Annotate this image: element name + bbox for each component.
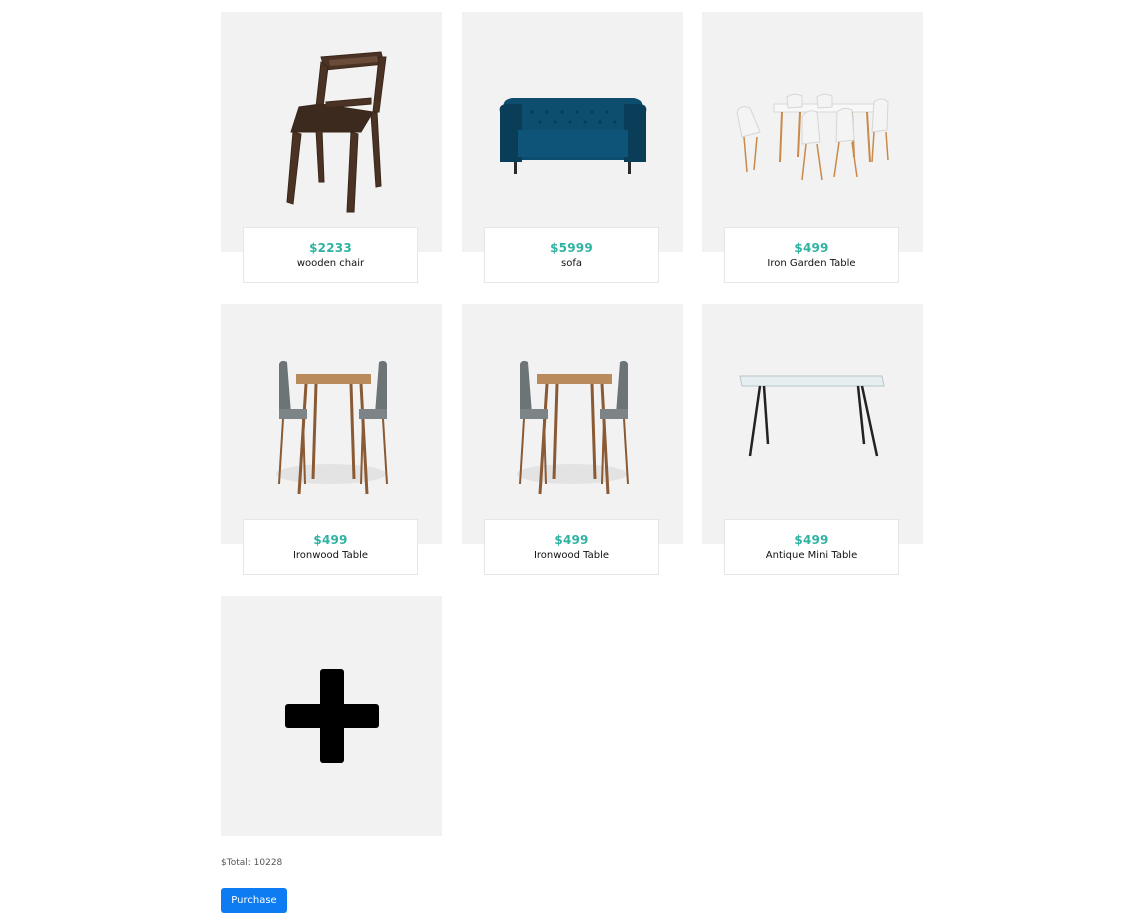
product-card[interactable]: $499 Antique Mini Table — [702, 304, 923, 575]
product-name: Ironwood Table — [292, 550, 369, 561]
bar-table-set-image — [462, 304, 683, 519]
purchase-button[interactable]: Purchase — [221, 888, 287, 913]
product-card[interactable]: $5999 sofa — [462, 12, 683, 283]
total-label: $Total: 10228 — [221, 858, 283, 868]
product-price: $499 — [794, 241, 829, 255]
product-name: Iron Garden Table — [767, 258, 856, 269]
product-price: $499 — [794, 533, 829, 547]
product-card[interactable]: $499 Ironwood Table — [462, 304, 683, 575]
product-name: Ironwood Table — [533, 550, 610, 561]
add-product-button[interactable] — [221, 596, 442, 836]
product-card[interactable]: $2233 wooden chair — [221, 12, 442, 283]
product-name: Antique Mini Table — [765, 550, 858, 561]
product-info: $499 Ironwood Table — [484, 519, 659, 575]
product-price: $2233 — [309, 241, 352, 255]
glass-table-image — [702, 304, 923, 519]
product-info: $5999 sofa — [484, 227, 659, 283]
product-info: $2233 wooden chair — [243, 227, 418, 283]
wooden-chair-image — [221, 12, 442, 227]
product-name: wooden chair — [296, 258, 365, 269]
product-price: $5999 — [550, 241, 593, 255]
product-card[interactable]: $499 Iron Garden Table — [702, 12, 923, 283]
product-info: $499 Antique Mini Table — [724, 519, 899, 575]
bar-table-set-image — [221, 304, 442, 519]
product-info: $499 Ironwood Table — [243, 519, 418, 575]
product-name: sofa — [561, 258, 582, 269]
product-card[interactable]: $499 Ironwood Table — [221, 304, 442, 575]
garden-table-set-image — [702, 12, 923, 227]
plus-icon — [285, 669, 379, 763]
sofa-image — [462, 12, 683, 227]
product-info: $499 Iron Garden Table — [724, 227, 899, 283]
product-price: $499 — [313, 533, 348, 547]
product-price: $499 — [554, 533, 589, 547]
